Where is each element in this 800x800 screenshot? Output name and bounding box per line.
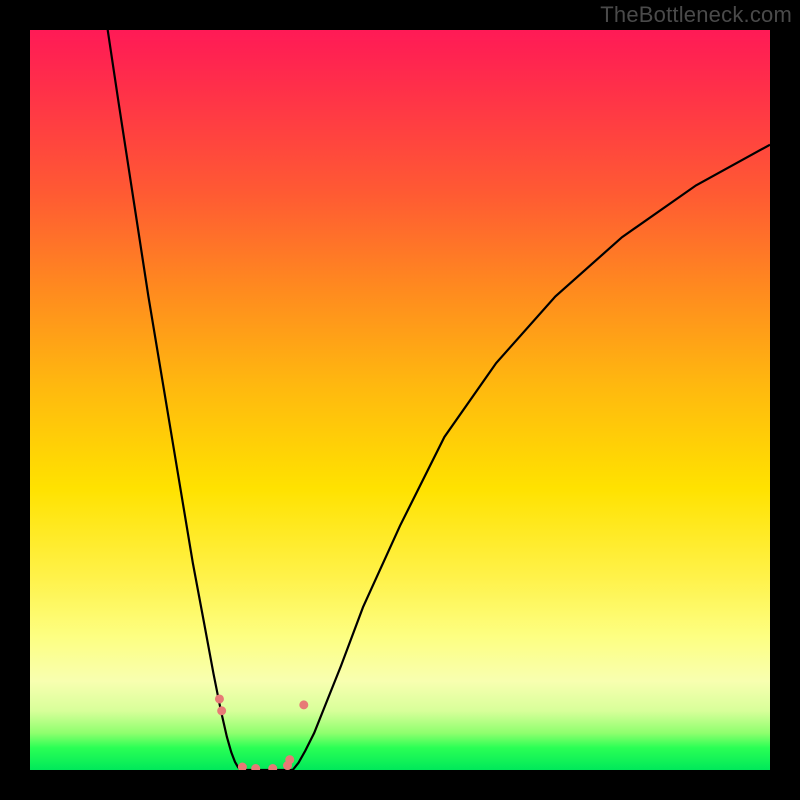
marker-dot bbox=[269, 765, 277, 770]
plot-area bbox=[30, 30, 770, 770]
watermark-text: TheBottleneck.com bbox=[600, 2, 792, 28]
marker-dot bbox=[252, 765, 260, 770]
marker-dot bbox=[238, 763, 246, 770]
bottleneck-curve bbox=[108, 30, 770, 770]
marker-dot bbox=[218, 707, 226, 715]
marker-points bbox=[215, 695, 307, 770]
figure-frame: TheBottleneck.com bbox=[0, 0, 800, 800]
marker-dot bbox=[300, 701, 308, 709]
marker-dot bbox=[215, 695, 223, 703]
curve-layer bbox=[30, 30, 770, 770]
marker-dot bbox=[286, 756, 294, 764]
